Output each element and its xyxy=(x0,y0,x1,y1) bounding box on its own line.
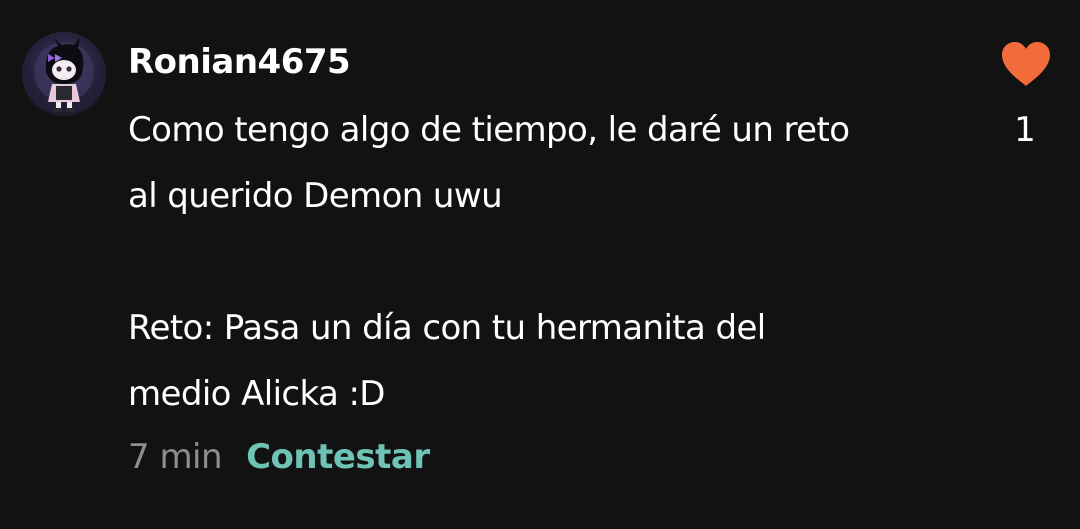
comment-item: Ronian4675 Como tengo algo de tiempo, le… xyxy=(0,0,1080,529)
comment-body-line: al querido Demon uwu xyxy=(128,176,503,216)
comment-body-line: medio Alicka :D xyxy=(128,374,386,414)
like-button[interactable] xyxy=(1000,40,1052,88)
reply-button[interactable]: Contestar xyxy=(246,437,430,477)
avatar-character-image xyxy=(34,38,94,112)
like-count: 1 xyxy=(1014,110,1036,150)
comment-meta: 7 min Contestar xyxy=(128,432,430,482)
comment-timestamp: 7 min xyxy=(128,437,223,477)
comment-body-line: Reto: Pasa un día con tu hermanita del xyxy=(128,308,766,348)
comment-body-line: Como tengo algo de tiempo, le daré un re… xyxy=(128,110,850,150)
comment-body: Como tengo algo de tiempo, le daré un re… xyxy=(128,97,948,427)
comment-body-line xyxy=(128,229,948,295)
comment-username[interactable]: Ronian4675 xyxy=(128,38,351,86)
heart-icon xyxy=(1002,42,1050,86)
user-avatar[interactable] xyxy=(22,32,106,116)
